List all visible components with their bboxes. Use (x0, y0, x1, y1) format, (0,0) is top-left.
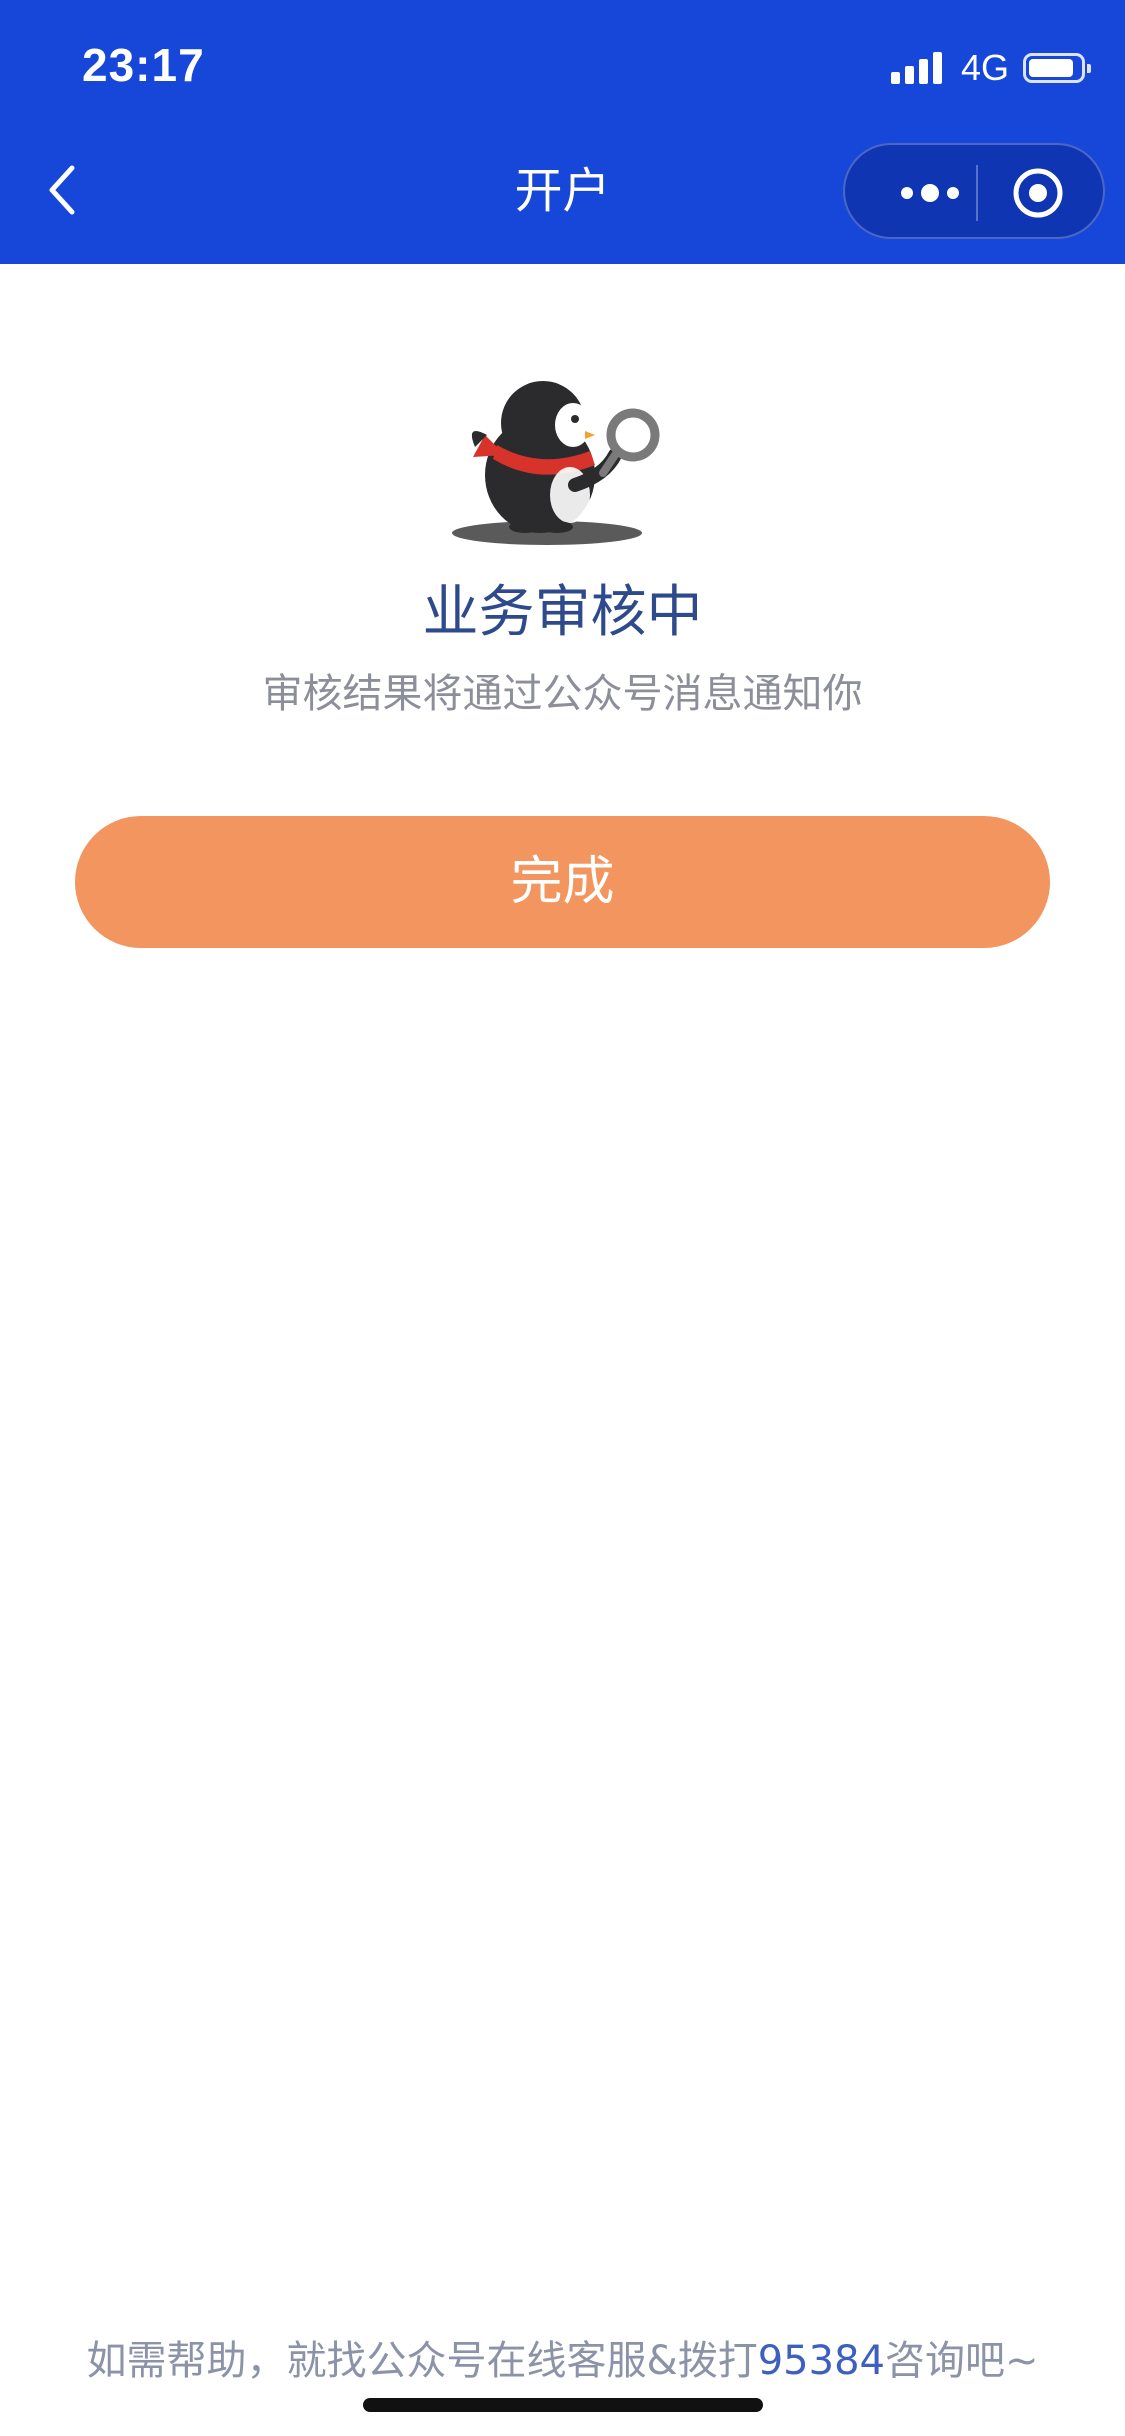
status-description: 审核结果将通过公众号消息通知你 (262, 671, 863, 717)
status-title: 业务审核中 (422, 580, 703, 645)
status-indicators: 4G (890, 47, 1091, 88)
signal-bars-icon (890, 52, 947, 84)
target-close-icon[interactable] (1010, 165, 1066, 221)
penguin-magnifier-illustration (445, 375, 685, 555)
home-indicator (363, 2398, 763, 2412)
help-text-suffix: 咨询吧~ (884, 2338, 1039, 2384)
help-text-prefix: 如需帮助，就找公众号在线客服&拨打 (86, 2338, 758, 2384)
mini-program-capsule (843, 143, 1105, 239)
page: 23:17 4G 开户 业务审核中 审核结果将通过公众号消息通知你 完成 如需帮… (0, 0, 1125, 2436)
help-footer: 如需帮助，就找公众号在线客服&拨打95384咨询吧~ (0, 2333, 1125, 2389)
network-label: 4G (960, 47, 1009, 88)
battery-icon (1023, 53, 1091, 83)
hotline-link[interactable]: 95384 (758, 2338, 885, 2384)
more-dots-icon[interactable] (885, 173, 975, 213)
done-button[interactable]: 完成 (75, 816, 1050, 948)
header: 23:17 4G 开户 (0, 0, 1125, 264)
capsule-divider (976, 165, 978, 221)
status-time: 23:17 (82, 39, 205, 91)
